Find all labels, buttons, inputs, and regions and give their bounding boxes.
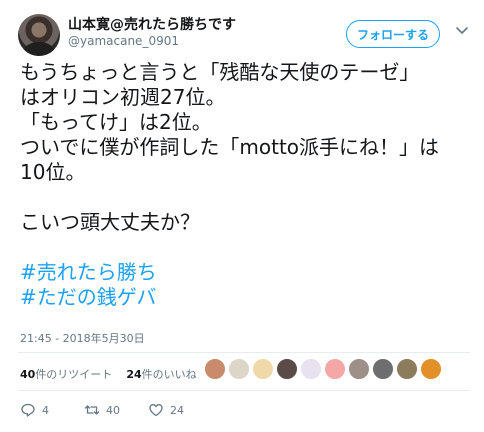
heart-icon (149, 404, 163, 417)
tweet-line: ついでに僕が作詞した「motto派手にね！」は (20, 135, 440, 159)
tweet-line: もうちょっと言うと「残酷な天使のテーゼ」 (20, 60, 420, 84)
liker-avatar[interactable] (420, 358, 442, 380)
like-count: 24 (170, 403, 184, 417)
liker-avatar[interactable] (324, 358, 346, 380)
liker-avatar[interactable] (252, 358, 274, 380)
retweets-count[interactable]: 40 (20, 368, 35, 381)
divider (18, 390, 470, 391)
liker-avatar[interactable] (396, 358, 418, 380)
display-name[interactable]: 山本寛@売れたら勝ちです (68, 14, 236, 34)
likes-count[interactable]: 24 (126, 368, 141, 381)
hashtag-link[interactable]: #ただの銭ゲバ (20, 285, 470, 310)
engagement-stats: 40件のリツイート 24件のいいね (20, 366, 197, 382)
user-handle[interactable]: @yamacane_0901 (68, 34, 179, 48)
retweet-count: 40 (106, 403, 120, 417)
tweet-text: もうちょっと言うと「残酷な天使のテーゼ」 はオリコン初週27位。 「もってけ」は… (20, 60, 470, 310)
tweet-line: 10位。 (20, 160, 86, 184)
tweet-timestamp[interactable]: 21:45 - 2018年5月30日 (20, 330, 145, 346)
chevron-down-icon[interactable] (454, 22, 470, 38)
liker-avatar[interactable] (300, 358, 322, 380)
tweet-line: こいつ頭大丈夫か？ (20, 210, 200, 234)
liker-avatar[interactable] (276, 358, 298, 380)
reply-icon (21, 403, 35, 417)
divider (18, 352, 470, 353)
like-button[interactable]: 24 (148, 402, 184, 418)
retweet-button[interactable]: 40 (84, 402, 120, 418)
tweet-line: 「もってけ」は2位。 (20, 110, 212, 134)
liker-avatar[interactable] (228, 358, 250, 380)
avatar[interactable] (18, 14, 60, 56)
tweet-card: 山本寛@売れたら勝ちです @yamacane_0901 フォローする もうちょっ… (0, 0, 484, 432)
liker-avatar[interactable] (372, 358, 394, 380)
tweet-line: はオリコン初週27位。 (20, 85, 226, 109)
retweets-label[interactable]: 件のリツイート (35, 368, 112, 381)
likes-label[interactable]: 件のいいね (142, 368, 197, 381)
reply-count: 4 (42, 403, 49, 417)
follow-button[interactable]: フォローする (346, 20, 440, 48)
hashtag-link[interactable]: #売れたら勝ち (20, 260, 470, 285)
reply-button[interactable]: 4 (20, 402, 49, 418)
retweet-icon (84, 405, 100, 415)
liker-avatar[interactable] (204, 358, 226, 380)
liker-avatar[interactable] (348, 358, 370, 380)
